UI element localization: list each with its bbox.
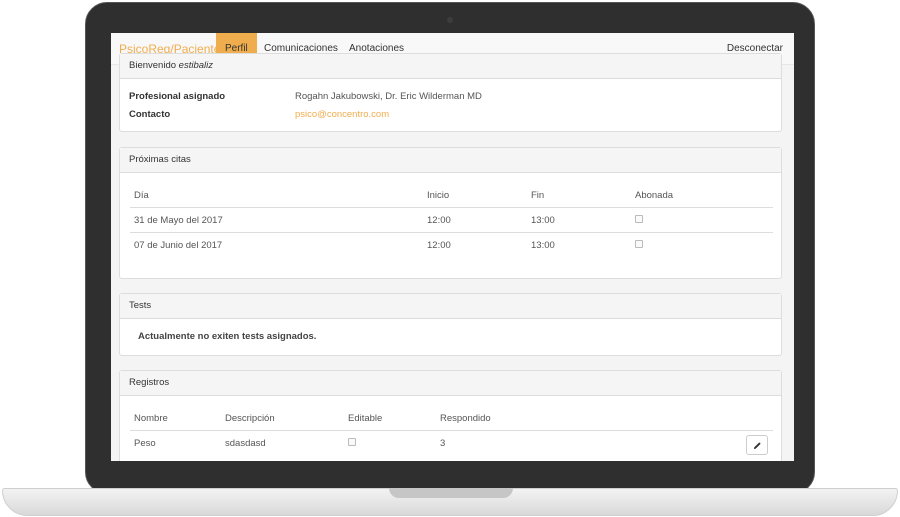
tests-panel: Tests Actualmente no exiten tests asigna… — [119, 293, 782, 356]
column-header-day: Día — [134, 190, 149, 201]
appointment-end: 13:00 — [531, 240, 555, 251]
tests-heading: Tests — [120, 294, 781, 319]
appointments-panel: Próximas citas Día Inicio Fin Abonada 31… — [119, 147, 782, 279]
assigned-professional-value: Rogahn Jakubowski, Dr. Eric Wilderman MD — [295, 91, 482, 102]
column-header-description: Descripción — [225, 413, 275, 424]
record-description-link[interactable]: sdasdasd — [225, 438, 266, 449]
edit-record-button[interactable] — [746, 435, 768, 455]
welcome-panel: Bienvenido estibaliz Profesional asignad… — [119, 53, 782, 132]
editable-checkbox[interactable] — [348, 438, 356, 446]
paid-checkbox[interactable] — [635, 240, 643, 248]
table-divider — [130, 232, 773, 233]
assigned-professional-label: Profesional asignado — [129, 91, 226, 102]
table-divider — [130, 430, 773, 431]
laptop-notch — [389, 488, 513, 498]
table-divider — [130, 207, 773, 208]
camera-icon — [447, 17, 453, 23]
appointments-heading: Próximas citas — [120, 148, 781, 173]
column-header-name: Nombre — [134, 413, 168, 424]
appointment-day: 07 de Junio del 2017 — [134, 240, 223, 251]
appointment-start: 12:00 — [427, 215, 451, 226]
record-answered-count: 3 — [440, 438, 446, 449]
column-header-end: Fin — [531, 190, 545, 201]
welcome-username: estibaliz — [178, 60, 213, 71]
column-header-answered: Respondido — [440, 413, 491, 424]
appointment-start: 12:00 — [427, 240, 451, 251]
column-header-editable: Editable — [348, 413, 383, 424]
contact-label: Contacto — [129, 109, 171, 120]
app-screen: PsicoReg/Paciente Perfil Comunicaciones … — [111, 33, 794, 461]
tests-empty-message: Actualmente no exiten tests asignados. — [138, 331, 317, 342]
pencil-icon — [753, 441, 761, 449]
record-name-link[interactable]: Peso — [134, 438, 156, 449]
appointment-day: 31 de Mayo del 2017 — [134, 215, 223, 226]
welcome-heading: Bienvenido estibaliz — [120, 54, 781, 79]
welcome-prefix: Bienvenido — [129, 60, 177, 71]
contact-email-link[interactable]: psico@concentro.com — [295, 109, 389, 120]
column-header-start: Inicio — [427, 190, 450, 201]
paid-checkbox[interactable] — [635, 215, 643, 223]
appointment-end: 13:00 — [531, 215, 555, 226]
records-panel: Registros Nombre Descripción Editable Re… — [119, 370, 782, 461]
records-heading: Registros — [120, 371, 781, 396]
column-header-paid: Abonada — [635, 190, 674, 201]
